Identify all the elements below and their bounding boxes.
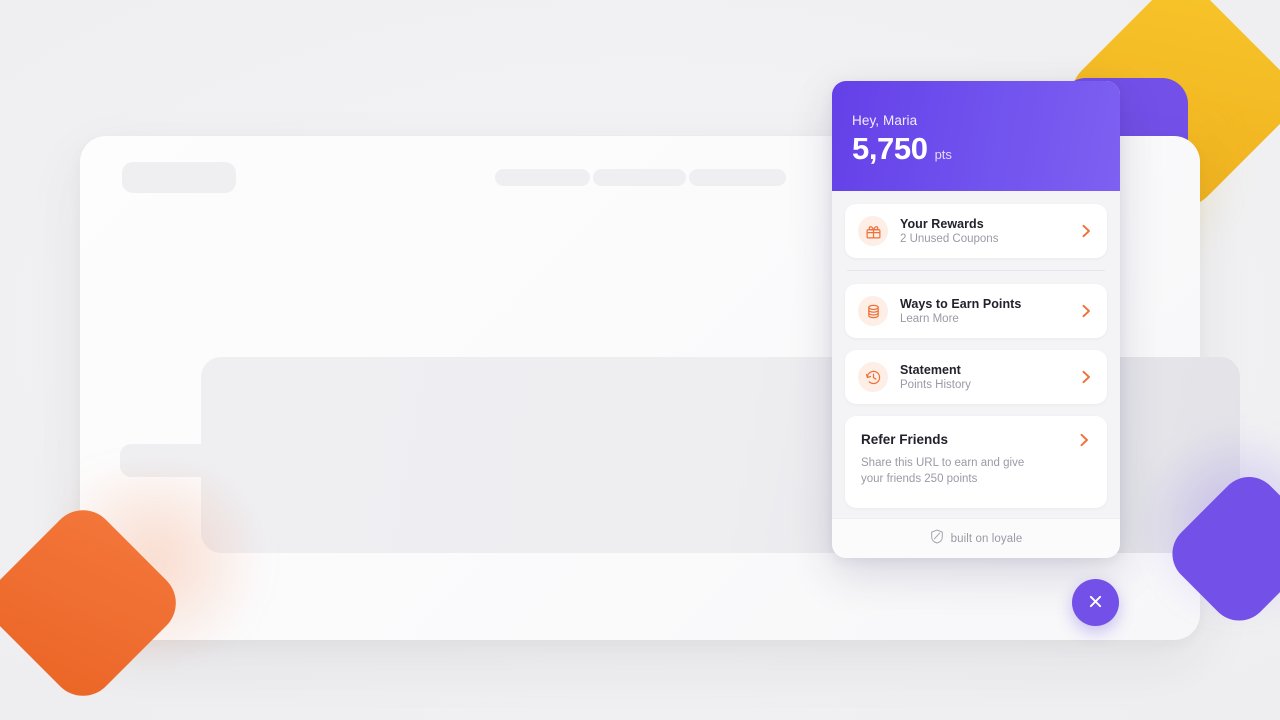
refer-friends-card[interactable]: Refer Friends Share this URL to earn and…	[845, 416, 1107, 508]
chevron-right-icon	[1079, 304, 1093, 318]
menu-item-subtitle: 2 Unused Coupons	[900, 233, 999, 245]
close-widget-button[interactable]	[1072, 579, 1119, 626]
skeleton-nav-item-3	[689, 169, 786, 186]
menu-item-text: Statement Points History	[900, 363, 1067, 391]
refer-friends-description: Share this URL to earn and give your fri…	[861, 457, 1025, 485]
coins-icon	[858, 296, 888, 326]
chevron-right-icon	[1079, 370, 1093, 384]
close-x-icon	[1088, 594, 1103, 612]
skeleton-nav-item-2	[593, 169, 686, 186]
points-balance: 5,750 pts	[852, 133, 1100, 164]
history-clock-icon	[858, 362, 888, 392]
chevron-right-icon	[1077, 433, 1091, 447]
widget-body: Your Rewards 2 Unused Coupons Ways to Ea…	[832, 191, 1120, 518]
menu-item-text: Ways to Earn Points Learn More	[900, 297, 1067, 325]
menu-item-title: Your Rewards	[900, 217, 984, 231]
gift-icon	[858, 216, 888, 246]
chevron-right-icon	[1079, 224, 1093, 238]
section-divider	[847, 270, 1105, 271]
refer-friends-title: Refer Friends	[861, 432, 949, 447]
greeting-text: Hey, Maria	[852, 113, 918, 128]
footer-brand-text: built on loyale	[950, 532, 1023, 545]
menu-item-statement[interactable]: Statement Points History	[845, 350, 1107, 404]
points-value: 5,750	[852, 131, 928, 166]
menu-item-title: Ways to Earn Points	[900, 297, 1022, 311]
refer-friends-header: Refer Friends	[861, 432, 1091, 447]
widget-footer: built on loyale	[832, 518, 1120, 558]
skeleton-nav-item-1	[495, 169, 590, 186]
points-unit: pts	[934, 147, 952, 162]
widget-header: Hey, Maria 5,750 pts	[832, 81, 1120, 191]
menu-item-subtitle: Points History	[900, 379, 971, 391]
screen: Hey, Maria 5,750 pts Your Rewards 2 Unus…	[0, 0, 1280, 720]
menu-item-title: Statement	[900, 363, 961, 377]
skeleton-logo-placeholder	[122, 162, 236, 193]
menu-item-subtitle: Learn More	[900, 313, 959, 325]
menu-item-ways-to-earn-points[interactable]: Ways to Earn Points Learn More	[845, 284, 1107, 338]
loyalty-widget: Hey, Maria 5,750 pts Your Rewards 2 Unus…	[832, 81, 1120, 558]
loyale-shield-icon	[930, 529, 944, 549]
menu-item-your-rewards[interactable]: Your Rewards 2 Unused Coupons	[845, 204, 1107, 258]
menu-item-text: Your Rewards 2 Unused Coupons	[900, 217, 1067, 245]
